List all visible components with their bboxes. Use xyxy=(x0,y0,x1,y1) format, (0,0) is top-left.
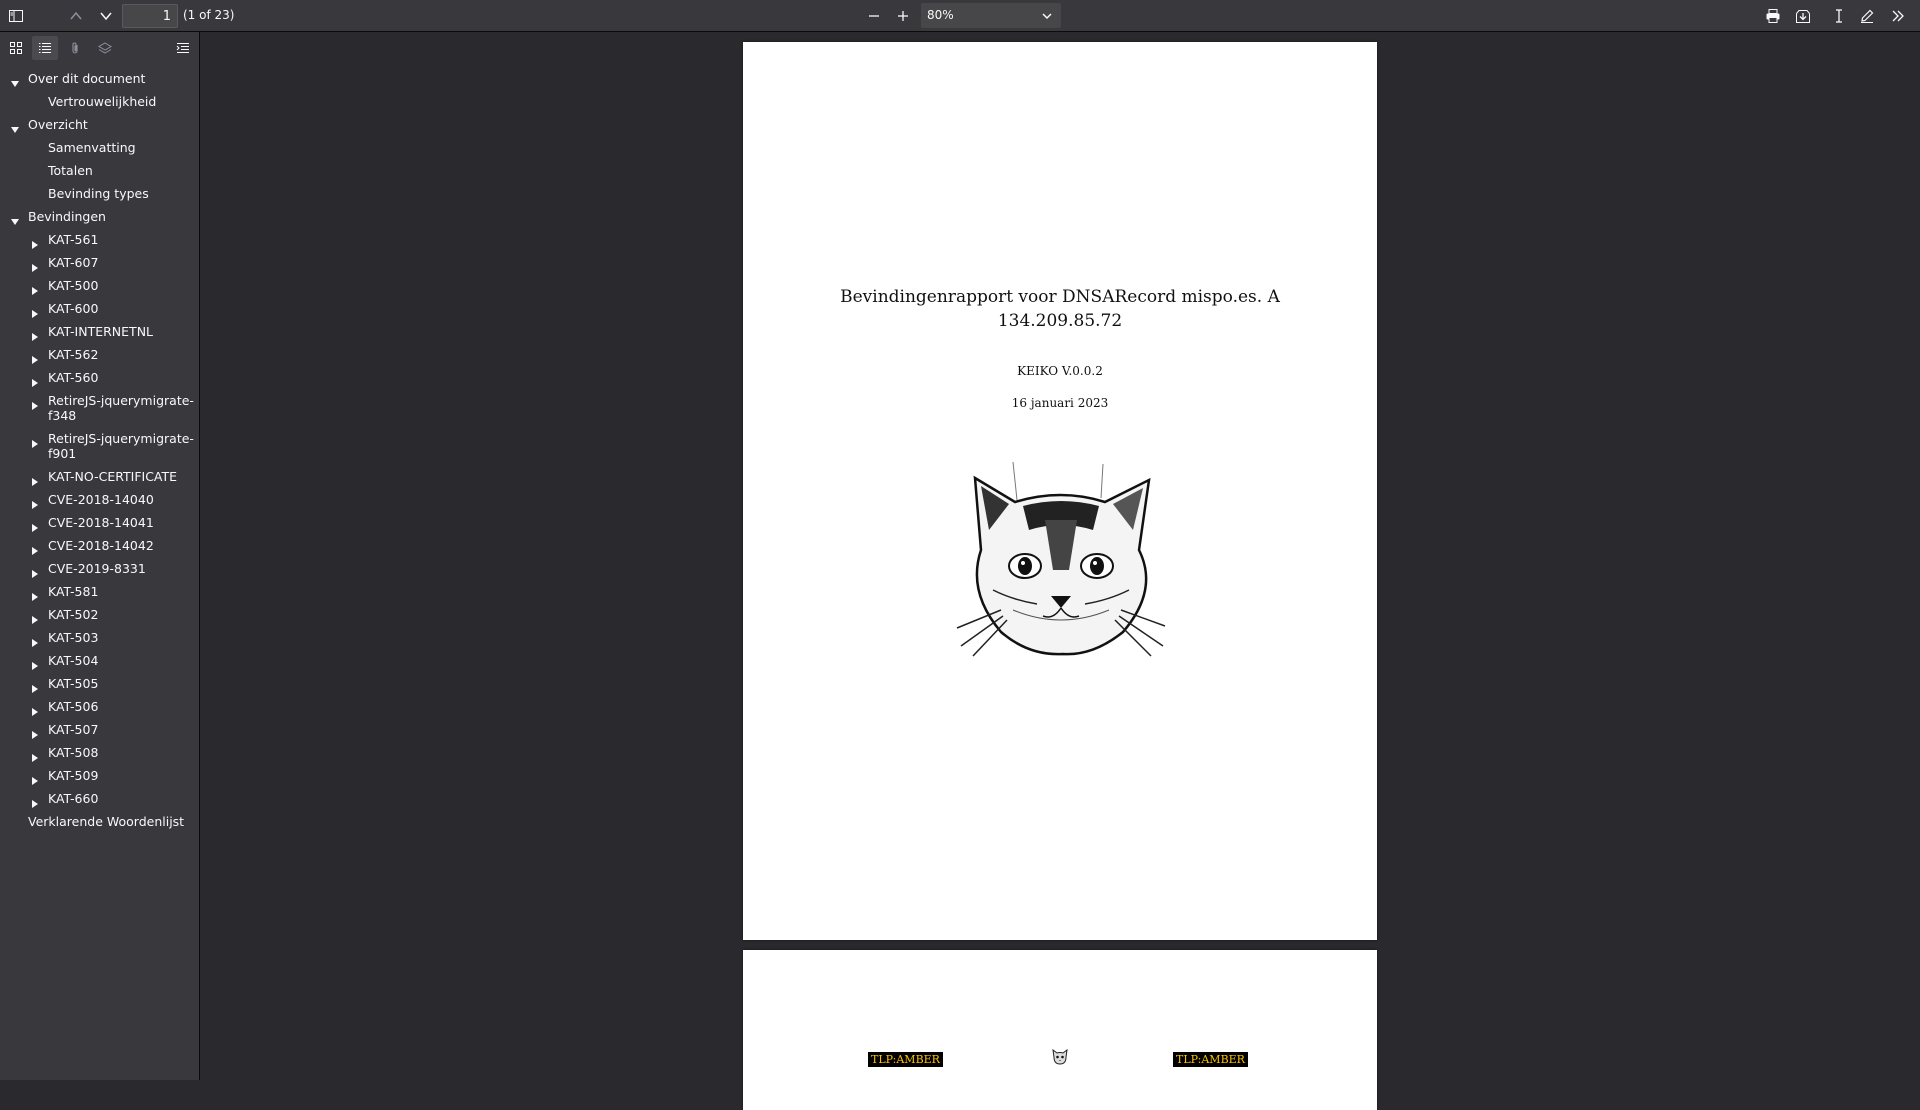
outline-item[interactable]: Bevinding types xyxy=(48,186,149,201)
document-viewer[interactable]: Bevindingenrapport voor DNSARecord mispo… xyxy=(200,32,1920,1110)
tlp-label-left: TLP:AMBER xyxy=(868,1052,943,1067)
edit-icon[interactable] xyxy=(1854,3,1880,29)
outline-item[interactable]: KAT-502 xyxy=(48,607,98,622)
outline-item[interactable]: Vertrouwelijkheid xyxy=(48,94,156,109)
small-cat-logo xyxy=(1051,1048,1069,1066)
document-date: 16 januari 2023 xyxy=(1011,396,1109,410)
outline-item[interactable]: KAT-505 xyxy=(48,676,98,691)
outline-item[interactable]: Overzicht xyxy=(28,117,88,132)
outline-item[interactable]: KAT-561 xyxy=(48,232,98,247)
outline-toggle-collapsed-icon[interactable] xyxy=(30,702,40,716)
text-select-icon[interactable] xyxy=(1826,3,1852,29)
outline-item[interactable]: Totalen xyxy=(48,163,93,178)
zoom-in-icon[interactable] xyxy=(890,3,916,29)
sidebar-tabs xyxy=(0,32,200,64)
attachments-icon[interactable] xyxy=(62,36,88,60)
document-title-line-1: Bevindingenrapport voor DNSARecord mispo… xyxy=(840,287,1280,307)
outline-item[interactable]: KAT-560 xyxy=(48,370,98,385)
outline-item[interactable]: KAT-660 xyxy=(48,791,98,806)
outline-toggle-collapsed-icon[interactable] xyxy=(30,656,40,670)
zoom-value: 80% xyxy=(927,8,954,22)
sidebar-toggle-icon[interactable] xyxy=(3,3,29,29)
layers-icon[interactable] xyxy=(92,36,118,60)
outline-toggle-collapsed-icon[interactable] xyxy=(30,373,40,387)
print-icon[interactable] xyxy=(1760,3,1786,29)
outline-item[interactable]: KAT-500 xyxy=(48,278,98,293)
outline-item[interactable]: KAT-504 xyxy=(48,653,98,668)
outline-toggle-collapsed-icon[interactable] xyxy=(30,771,40,785)
outline-item[interactable]: Bevindingen xyxy=(28,209,106,224)
outline-item[interactable]: KAT-INTERNETNL xyxy=(48,324,153,339)
outline-toggle-expanded-icon[interactable] xyxy=(10,120,20,133)
outline-item[interactable]: Samenvatting xyxy=(48,140,136,155)
outline-toggle-collapsed-icon[interactable] xyxy=(30,794,40,808)
cat-head-illustration xyxy=(953,460,1169,660)
outline-toggle-collapsed-icon[interactable] xyxy=(30,434,40,448)
outline-toggle-collapsed-icon[interactable] xyxy=(30,564,40,578)
outline-toggle-collapsed-icon[interactable] xyxy=(30,587,40,601)
outline-item[interactable]: KAT-503 xyxy=(48,630,98,645)
outline-item[interactable]: CVE-2018-14042 xyxy=(48,538,154,553)
outline-item[interactable]: KAT-NO-CERTIFICATE xyxy=(48,469,177,484)
outline-item[interactable]: KAT-562 xyxy=(48,347,98,362)
zoom-select[interactable]: 80% xyxy=(921,3,1061,28)
outline-toggle-collapsed-icon[interactable] xyxy=(30,281,40,295)
sidebar: Over dit document Vertrouwelijkheid Overzi… xyxy=(0,32,200,1080)
outline-item[interactable]: KAT-508 xyxy=(48,745,98,760)
outline-toggle-collapsed-icon[interactable] xyxy=(30,472,40,486)
page-number-input[interactable] xyxy=(122,4,178,28)
outline-item[interactable]: KAT-509 xyxy=(48,768,98,783)
outline-item[interactable]: KAT-506 xyxy=(48,699,98,714)
outline-toggle-collapsed-icon[interactable] xyxy=(30,235,40,249)
tlp-label-right: TLP:AMBER xyxy=(1173,1052,1248,1067)
outline-item[interactable]: Verklarende Woordenlijst xyxy=(28,814,184,829)
zoom-out-icon[interactable] xyxy=(861,3,887,29)
outline-toggle-collapsed-icon[interactable] xyxy=(30,679,40,693)
outline-toggle-collapsed-icon[interactable] xyxy=(30,725,40,739)
page-2: TLP:AMBER TLP:AMBER xyxy=(743,950,1377,1110)
page-1: Bevindingenrapport voor DNSARecord mispo… xyxy=(743,42,1377,940)
outline-toggle-collapsed-icon[interactable] xyxy=(30,518,40,532)
page-count-label: (1 of 23) xyxy=(183,8,235,22)
outline-toggle-collapsed-icon[interactable] xyxy=(30,304,40,318)
outline-toggle-collapsed-icon[interactable] xyxy=(30,396,40,410)
more-tools-icon[interactable] xyxy=(1885,3,1911,29)
outline-item[interactable]: CVE-2019-8331 xyxy=(48,561,146,576)
outline-toggle-collapsed-icon[interactable] xyxy=(30,610,40,624)
outline-item[interactable]: CVE-2018-14040 xyxy=(48,492,154,507)
current-outline-item-icon[interactable] xyxy=(170,36,196,60)
outline-toggle-collapsed-icon[interactable] xyxy=(30,258,40,272)
outline-toggle-collapsed-icon[interactable] xyxy=(30,541,40,555)
outline-toggle-collapsed-icon[interactable] xyxy=(30,748,40,762)
outline-item[interactable]: CVE-2018-14041 xyxy=(48,515,154,530)
toolbar: (1 of 23) 80% xyxy=(0,0,1920,32)
outline-item[interactable]: KAT-507 xyxy=(48,722,98,737)
document-title-line-2: 134.209.85.72 xyxy=(997,311,1123,331)
outline-item[interactable]: KAT-607 xyxy=(48,255,98,270)
thumbnails-icon[interactable] xyxy=(3,36,29,60)
outline-toggle-collapsed-icon[interactable] xyxy=(30,633,40,647)
outline-icon[interactable] xyxy=(32,36,58,60)
chevron-down-icon xyxy=(1041,10,1053,24)
outline-toggle-collapsed-icon[interactable] xyxy=(30,350,40,364)
outline-item[interactable]: KAT-581 xyxy=(48,584,98,599)
download-icon[interactable] xyxy=(1790,3,1816,29)
document-version: KEIKO V.0.0.2 xyxy=(1017,364,1103,378)
outline-item[interactable]: Over dit document xyxy=(28,71,145,86)
next-page-icon[interactable] xyxy=(93,3,119,29)
outline-toggle-expanded-icon[interactable] xyxy=(10,212,20,225)
outline-toggle-expanded-icon[interactable] xyxy=(10,74,20,87)
outline-item[interactable]: RetireJS-jquerymigrate-f901 xyxy=(48,431,198,461)
previous-page-icon[interactable] xyxy=(63,3,89,29)
outline-toggle-collapsed-icon[interactable] xyxy=(30,327,40,341)
outline-toggle-collapsed-icon[interactable] xyxy=(30,495,40,509)
outline-item[interactable]: KAT-600 xyxy=(48,301,98,316)
outline-item[interactable]: RetireJS-jquerymigrate-f348 xyxy=(48,393,198,423)
